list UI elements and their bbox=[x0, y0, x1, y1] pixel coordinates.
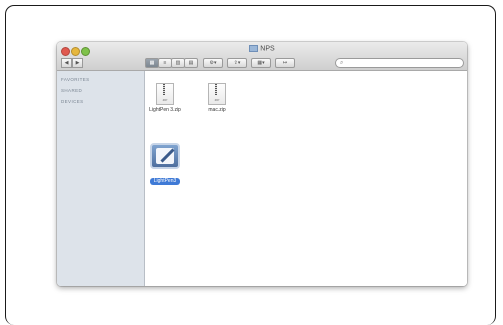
view-list-button[interactable]: ≡ bbox=[158, 58, 172, 68]
window-title-text: NPS bbox=[260, 45, 275, 53]
sidebar-heading-favorites[interactable]: FAVORITES bbox=[61, 77, 90, 82]
zipper-graphic bbox=[163, 84, 165, 95]
arrange-menu-button[interactable]: ▦▾ bbox=[251, 58, 271, 68]
search-icon: ⌕ bbox=[340, 60, 344, 66]
zip-badge: ZIP bbox=[214, 98, 220, 102]
lightpen-app-icon bbox=[150, 143, 180, 169]
selected-file-name: LightPen3 bbox=[149, 178, 181, 185]
zip-badge: ZIP bbox=[162, 98, 168, 102]
share-menu-button[interactable]: ⇪▾ bbox=[227, 58, 247, 68]
path-button[interactable]: ↦ bbox=[275, 58, 295, 68]
action-menu-button[interactable]: ⚙▾ bbox=[203, 58, 223, 68]
folder-icon bbox=[249, 45, 259, 52]
back-button[interactable]: ◀ bbox=[61, 58, 72, 68]
forward-button[interactable]: ▶ bbox=[72, 58, 83, 68]
sidebar: FAVORITES SHARED DEVICES bbox=[57, 71, 145, 286]
file-item-lightpen-app[interactable]: LightPen3 bbox=[145, 143, 185, 187]
window-title: NPS bbox=[57, 45, 467, 52]
file-name: mac.zip bbox=[208, 107, 226, 113]
view-column-button[interactable]: ▥ bbox=[171, 58, 185, 68]
file-item-lightpen-zip[interactable]: ZIP LightPen 3.zip bbox=[145, 83, 185, 113]
view-icon-button[interactable]: ▦ bbox=[145, 58, 159, 68]
search-input[interactable]: ⌕ bbox=[335, 58, 464, 68]
file-name: LightPen 3.zip bbox=[149, 107, 181, 113]
zipper-graphic bbox=[215, 84, 217, 95]
zip-file-icon: ZIP bbox=[156, 83, 174, 105]
zip-file-icon: ZIP bbox=[208, 83, 226, 105]
title-bar[interactable]: NPS ◀ ▶ ▦ ≡ ▥ ▤ ⚙▾ ⇪▾ ▦▾ ↦ ⌕ bbox=[57, 42, 467, 71]
file-content-area: ZIP LightPen 3.zip ZIP mac.zip LightPen3 bbox=[145, 71, 467, 286]
sidebar-heading-devices[interactable]: DEVICES bbox=[61, 99, 84, 104]
finder-window: NPS ◀ ▶ ▦ ≡ ▥ ▤ ⚙▾ ⇪▾ ▦▾ ↦ ⌕ FAVORITES S… bbox=[57, 42, 467, 286]
view-coverflow-button[interactable]: ▤ bbox=[184, 58, 198, 68]
sidebar-heading-shared[interactable]: SHARED bbox=[61, 88, 82, 93]
file-item-mac-zip[interactable]: ZIP mac.zip bbox=[197, 83, 237, 113]
